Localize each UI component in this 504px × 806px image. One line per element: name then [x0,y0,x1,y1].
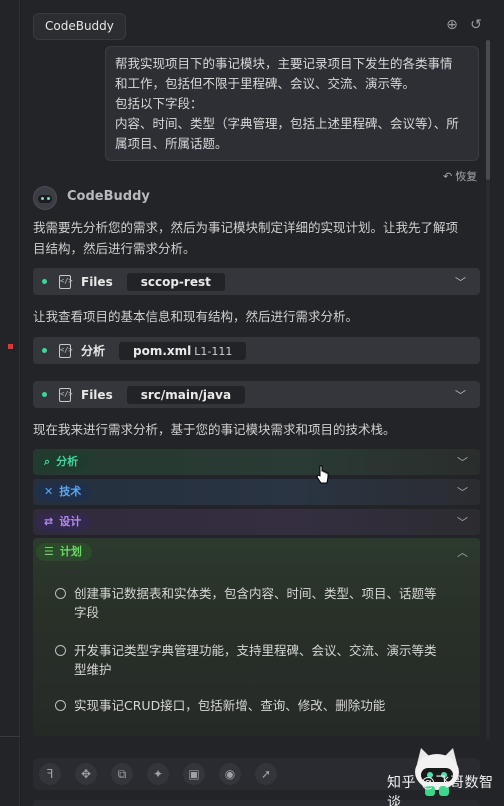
search-icon: ⌕ [44,455,51,468]
file-code-icon: </> [59,343,73,358]
history-icon[interactable]: ↺ [467,16,485,34]
phase-label: ⌕ 分析 [36,453,89,471]
plan-item[interactable]: 创建事记数据表和实体类，包含内容、时间、类型、项目、话题等 字段 [55,584,467,622]
chevron-down-icon[interactable]: ﹀ [457,484,468,500]
restore-button[interactable]: ↶ 恢复 [443,168,477,184]
tool-step-label: 分析 [81,344,106,358]
tools-icon: ✕ [44,485,54,498]
watermark-text: 知乎 @飞哥数智谈 [387,775,494,806]
phase-plan-panel: ☰ 计划 ︿ 创建事记数据表和实体类，包含内容、时间、类型、项目、话题等 字段 开… [33,538,480,736]
phase-label: ✕ 技术 [36,483,92,501]
bot-para: 让我查看项目的基本信息和现有结构，然后进行需求分析。 [33,309,359,324]
preview-icon[interactable]: ◉ [219,763,241,785]
bot-intro-line: 目结构，然后进行需求分析。 [33,241,196,256]
scrollbar-thumb[interactable] [486,40,490,180]
bot-intro-line: 我需要先分析您的需求，然后为事记模块制定详细的实现计划。让我先了解项 [33,220,459,235]
rocket-icon[interactable]: ➚ [255,763,277,785]
user-message: 帮我实现项目下的事记模块，主要记录项目下发生的各类事情 和工作，包括但不限于里程… [105,46,479,161]
components-icon[interactable]: ✥ [75,763,97,785]
chevron-down-icon[interactable]: ﹀ [457,514,468,530]
list-icon: ☰ [44,545,54,558]
error-marker [8,344,13,349]
gutter-divider [0,736,20,737]
chat-panel: CodeBuddy ⊕ ↺ 帮我实现项目下的事记模块，主要记录项目下发生的各类事… [21,0,504,806]
plan-item[interactable]: 实现事记CRUD接口，包括新增、查询、修改、删除功能 [55,696,467,715]
file-code-icon: </> [59,274,73,289]
file-code-icon: </> [59,387,73,402]
tool-step-files[interactable]: </> Files sccop-rest ﹀ [33,268,480,295]
todo-circle-icon [55,700,66,711]
chevron-down-icon[interactable]: ﹀ [455,274,466,290]
phase-analysis[interactable]: ⌕ 分析 ﹀ [33,449,480,475]
restore-icon: ↶ [443,170,453,183]
user-message-line: 内容、时间、类型（字典管理，包括上述里程碑、会议等）、所 [115,116,459,131]
phase-label: ⇄ 设计 [36,513,92,531]
bot-intro: 我需要先分析您的需求，然后为事记模块制定详细的实现计划。让我先了解项 目结构，然… [33,217,481,259]
bot-name: CodeBuddy [67,189,150,204]
bot-para: 现在我来进行需求分析，基于您的事记模块需求和项目的技术栈。 [33,422,396,437]
phase-label: ☰ 计划 [36,543,92,561]
status-dot [42,392,47,397]
todo-circle-icon [55,588,66,599]
figma-icon[interactable]: ꟻ [39,763,61,785]
user-message-line: 和工作，包括但不限于里程碑、会议、交流、演示等。 [115,76,416,91]
user-message-line: 属项目、所属话题。 [115,136,228,151]
design-icon: ⇄ [44,515,54,528]
tool-step-chip: pom.xml L1-111 [119,341,247,360]
tool-step-chip: sccop-rest [126,272,225,291]
tool-step-files[interactable]: </> Files src/main/java ﹀ [33,381,480,408]
editor-gutter [0,0,20,806]
chevron-down-icon[interactable]: ﹀ [455,387,466,403]
restore-label: 恢复 [455,170,478,183]
status-dot [42,279,47,284]
hand-cursor-icon [316,465,329,484]
tool-step-chip: src/main/java [126,385,246,404]
user-message-line: 包括以下字段： [115,96,203,111]
bot-avatar [33,186,57,210]
tool-step-analyze[interactable]: </> 分析 pom.xml L1-111 [33,337,480,364]
plan-item[interactable]: 开发事记类型字典管理功能，支持里程碑、会议、交流、演示等类 型维护 [55,641,467,679]
image-icon[interactable]: ▣ [183,763,205,785]
phase-plan[interactable]: ☰ 计划 ︿ [33,539,480,565]
chevron-down-icon[interactable]: ﹀ [457,454,468,470]
add-chat-icon[interactable]: ⊕ [443,16,461,34]
phase-tech[interactable]: ✕ 技术 ﹀ [33,479,480,505]
status-dot [42,348,47,353]
chevron-up-icon[interactable]: ︿ [457,544,468,560]
tool-step-label: Files [81,274,113,289]
phase-design[interactable]: ⇄ 设计 ﹀ [33,509,480,535]
user-message-line: 帮我实现项目下的事记模块，主要记录项目下发生的各类事情 [115,56,453,71]
tool-step-label: Files [81,387,113,402]
blocks-icon[interactable]: ⧉ [111,763,133,785]
todo-circle-icon [55,645,66,656]
header-tab[interactable]: CodeBuddy [33,13,126,40]
magic-icon[interactable]: ✦ [147,763,169,785]
